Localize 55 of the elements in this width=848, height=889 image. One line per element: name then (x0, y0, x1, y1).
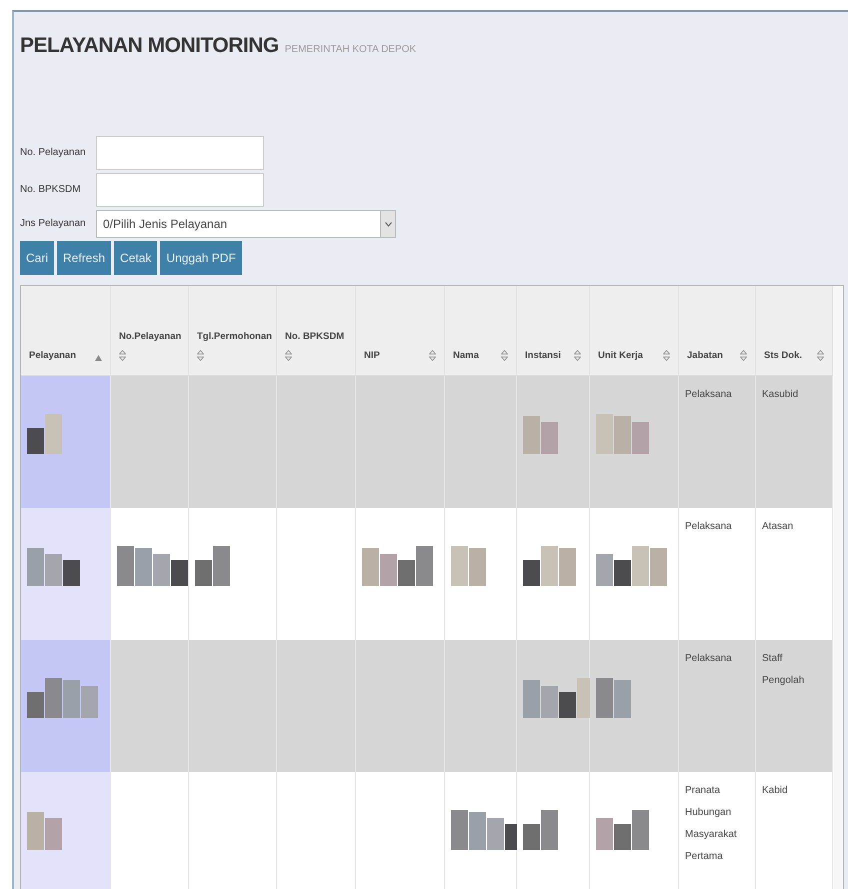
redaction-mark (596, 414, 649, 454)
field-label: No. Pelayanan (20, 146, 87, 160)
redaction-mark (362, 546, 433, 586)
table-cell: Pelaksana (679, 508, 756, 640)
redaction-mark (596, 678, 631, 718)
action-button[interactable]: Cari (20, 241, 54, 275)
action-button[interactable]: Cetak (114, 241, 158, 275)
column-header[interactable]: Tgl.Permohonan (189, 286, 277, 376)
column-header[interactable]: No. BPKSDM (277, 286, 356, 376)
sort-icon[interactable] (501, 350, 508, 361)
column-header[interactable]: No.Pelayanan (111, 286, 189, 376)
sort-icon[interactable] (119, 350, 126, 361)
column-header[interactable]: Nama (445, 286, 517, 376)
action-button[interactable]: Unggah PDF (160, 241, 242, 275)
page-title: PELAYANAN MONITORING (20, 34, 279, 58)
sort-ascending-icon[interactable] (95, 355, 102, 361)
redaction-mark (27, 414, 62, 454)
field-label: No. BPKSDM (20, 183, 82, 197)
column-header[interactable]: Unit Kerja (590, 286, 679, 376)
redaction-mark (195, 546, 230, 586)
sort-icon[interactable] (740, 350, 747, 361)
redaction-mark (27, 810, 62, 850)
table-cell: Atasan (756, 508, 833, 640)
sort-icon[interactable] (285, 350, 292, 361)
column-header[interactable]: Sts Dok. (756, 286, 833, 376)
redaction-mark (523, 414, 558, 454)
redaction-mark (27, 546, 80, 586)
redaction-mark (117, 546, 188, 586)
column-header[interactable]: Jabatan (679, 286, 756, 376)
page-subtitle: PEMERINTAH KOTA DEPOK (284, 44, 416, 55)
table-cell: Kabid (756, 772, 833, 889)
column-header[interactable]: Instansi (517, 286, 590, 376)
input-field[interactable] (96, 136, 264, 170)
service-type-dropdown[interactable]: 0/Pilih Jenis Pelayanan (96, 210, 396, 238)
table-cell: Pelaksana (679, 640, 756, 772)
redaction-mark (596, 810, 649, 850)
redaction-mark (451, 546, 486, 586)
redaction-mark (27, 678, 98, 718)
field-label: Jns Pelayanan (20, 217, 87, 231)
table-cell: Staff Pengolah (756, 640, 833, 772)
chevron-down-icon (384, 222, 392, 226)
sort-icon[interactable] (574, 350, 581, 361)
column-header[interactable]: NIP (356, 286, 445, 376)
sort-icon[interactable] (429, 350, 436, 361)
sort-icon[interactable] (817, 350, 824, 361)
column-header[interactable]: Pelayanan (21, 286, 111, 376)
table-cell: Pelaksana (679, 376, 756, 508)
redaction-mark (596, 546, 667, 586)
action-button[interactable]: Refresh (57, 241, 112, 275)
table-cell: Pranata Hubungan Masyarakat Pertama (679, 772, 756, 889)
sort-icon[interactable] (197, 350, 204, 361)
sort-icon[interactable] (663, 350, 670, 361)
table-cell: Kasubid (756, 376, 833, 508)
redaction-mark (523, 546, 576, 586)
input-field[interactable] (96, 173, 264, 207)
